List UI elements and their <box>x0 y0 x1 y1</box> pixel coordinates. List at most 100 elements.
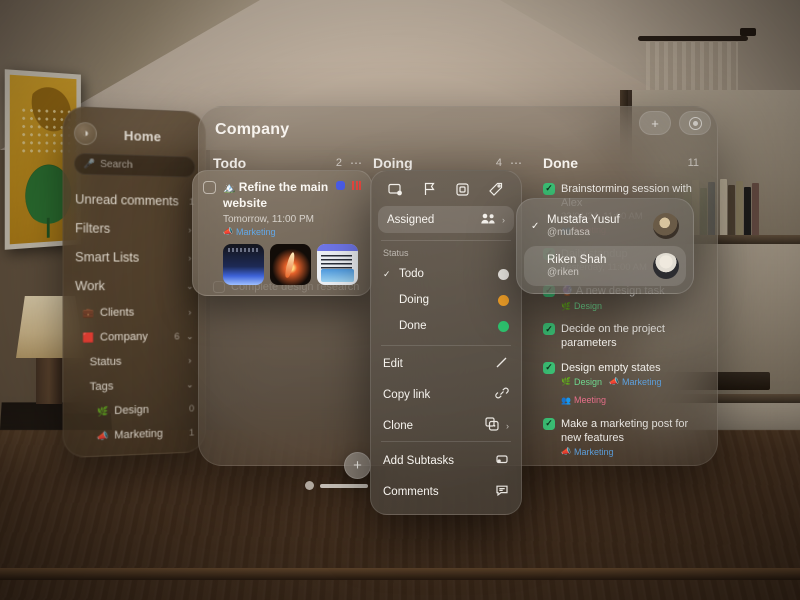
link-icon <box>494 386 509 403</box>
menu-item-label: Done <box>399 320 427 332</box>
thumbnail-iphone[interactable] <box>223 243 264 285</box>
tag-label: Marketing <box>573 446 614 457</box>
tag-design[interactable]: 🌿 Design <box>561 377 602 389</box>
sidebar-item-count: 0 <box>189 402 195 415</box>
menu-item-clone[interactable]: Clone › <box>371 410 521 441</box>
status-dot-doing <box>498 294 509 306</box>
target-circle-icon <box>688 116 702 130</box>
sidebar-item-label: Filters <box>75 221 111 236</box>
add-button[interactable]: + <box>639 111 671 135</box>
window-resize-bar[interactable] <box>320 484 368 488</box>
search-input[interactable]: 🎤 Search <box>74 152 196 178</box>
sidebar-item-status[interactable]: Status › <box>64 348 205 375</box>
menu-item-label: Todo <box>399 268 424 280</box>
tag-label: Meeting <box>573 395 606 406</box>
tag-label: Marketing <box>235 226 276 237</box>
sidebar-item-label: Work <box>75 278 105 294</box>
sidebar-item-label: Clients <box>99 306 135 319</box>
task-tags: 🌿 Design 📣 Marketing 👥 Meeting <box>561 377 707 407</box>
design-tag-icon: 🌿 <box>96 405 109 417</box>
color-chip <box>336 181 345 190</box>
status-dot-done <box>498 320 509 332</box>
menu-item-status-todo[interactable]: ✓ Todo <box>371 261 521 287</box>
chevron-down-icon: ⌄ <box>186 378 194 390</box>
task-row[interactable]: ✓ Decide on the project parameters <box>539 317 711 355</box>
task-emoji-icon: 🏔️ <box>223 183 236 194</box>
column-title: Done <box>543 155 578 171</box>
floating-add-button[interactable]: + <box>344 452 371 479</box>
menu-item-label: Assigned <box>387 213 435 226</box>
sidebar-item-work[interactable]: Work ⌄ <box>64 272 205 301</box>
tag-marketing[interactable]: 📣 Marketing <box>609 377 661 389</box>
tag-marketing[interactable]: 📣 Marketing <box>561 447 613 459</box>
curtain-hook <box>740 28 756 36</box>
meeting-icon: 👥 <box>561 395 571 405</box>
column-count: 11 <box>687 157 699 169</box>
marketing-icon: 📣 <box>223 227 233 236</box>
thumbnail-flame[interactable] <box>270 243 311 285</box>
menu-item-status-done[interactable]: Done <box>371 313 521 339</box>
task-checkbox[interactable]: ✓ <box>543 417 555 430</box>
sidebar-item-company[interactable]: 🟥 Company 6 ⌄ <box>64 324 205 350</box>
task-title: Refine the main website <box>223 180 329 210</box>
user-avatar-icon[interactable]: ◑ <box>74 121 97 146</box>
task-tags: 📣 Marketing <box>561 447 707 459</box>
column-count: 4 <box>495 157 502 169</box>
assignee-option-riken[interactable]: Riken Shah @riken <box>524 246 686 286</box>
assignee-option-mustafa[interactable]: ✓ Mustafa Yusuf @mufasa <box>524 206 686 246</box>
thumbnail-webpage[interactable] <box>317 243 358 285</box>
settings-button[interactable] <box>679 111 711 135</box>
menu-item-assigned[interactable]: Assigned › <box>378 206 514 233</box>
menu-item-label: Copy link <box>383 388 431 401</box>
new-card-icon[interactable] <box>387 180 405 198</box>
design-icon: 🌿 <box>561 301 571 311</box>
curtain-rod <box>638 36 748 41</box>
tag-label: Design <box>573 300 602 311</box>
task-checkbox[interactable]: ✓ <box>543 361 555 374</box>
menu-item-edit[interactable]: Edit <box>371 346 521 379</box>
check-icon: ✓ <box>531 220 540 232</box>
task-due-date: Tomorrow, 11:00 PM <box>223 213 314 225</box>
comment-icon <box>494 483 509 500</box>
task-row[interactable]: ✓ Design empty states 🌿 Design 📣 Marketi… <box>539 356 711 412</box>
assignee-picker-popup: ✓ Mustafa Yusuf @mufasa Riken Shah @rike… <box>516 198 694 294</box>
menu-item-add-subtasks[interactable]: Add Subtasks <box>371 442 521 476</box>
window-close-dot[interactable] <box>305 481 314 490</box>
status-dot-todo <box>498 268 509 280</box>
clients-icon: 💼 <box>82 307 94 318</box>
menu-item-label: Clone <box>383 419 414 432</box>
tag-meeting[interactable]: 👥 Meeting <box>561 395 606 407</box>
sidebar-item-marketing[interactable]: 📣 Marketing 1 <box>64 420 205 450</box>
sidebar-item-filters[interactable]: Filters › <box>64 214 205 244</box>
calendar-icon[interactable] <box>454 180 472 198</box>
check-icon: ✓ <box>383 268 391 279</box>
design-icon: 🌿 <box>561 377 571 387</box>
chevron-right-icon: › <box>502 214 505 225</box>
sidebar-panel: ◑ Home 🎤 Search Unread comments 1 Filter… <box>62 105 207 459</box>
task-card-refine-website[interactable]: 🏔️ Refine the main website Tomorrow, 11:… <box>192 170 372 296</box>
tag-marketing[interactable]: 📣 Marketing <box>223 227 275 237</box>
flag-icon[interactable] <box>420 180 438 198</box>
menu-item-status-doing[interactable]: Doing <box>371 287 521 313</box>
task-checkbox[interactable]: ✓ <box>543 183 555 195</box>
sidebar-item-smart-lists[interactable]: Smart Lists › <box>64 243 205 272</box>
task-title: Make a marketing post for new features <box>561 417 689 444</box>
tag-icon[interactable] <box>487 180 505 198</box>
task-checkbox[interactable] <box>203 181 216 194</box>
task-checkbox[interactable]: ✓ <box>543 323 555 336</box>
column-menu-icon[interactable]: ⋯ <box>350 156 363 170</box>
sidebar-item-clients[interactable]: 💼 Clients › <box>64 300 205 326</box>
status-group-label: Status <box>383 248 409 258</box>
column-menu-icon[interactable]: ⋯ <box>510 156 523 170</box>
sidebar-item-label: Marketing <box>114 427 163 442</box>
menu-item-label: Edit <box>383 358 403 370</box>
avatar-riken <box>653 253 679 279</box>
sidebar-item-unread-comments[interactable]: Unread comments 1 <box>64 185 205 216</box>
column-title: Todo <box>213 155 247 171</box>
tag-design[interactable]: 🌿 Design <box>561 301 602 313</box>
task-row[interactable]: ✓ Make a marketing post for new features… <box>539 412 711 464</box>
menu-item-comments[interactable]: Comments <box>371 476 521 514</box>
assignee-handle: @riken <box>547 267 579 278</box>
menu-item-copy-link[interactable]: Copy link <box>371 379 521 410</box>
marketing-tag-icon: 📣 <box>96 430 109 441</box>
